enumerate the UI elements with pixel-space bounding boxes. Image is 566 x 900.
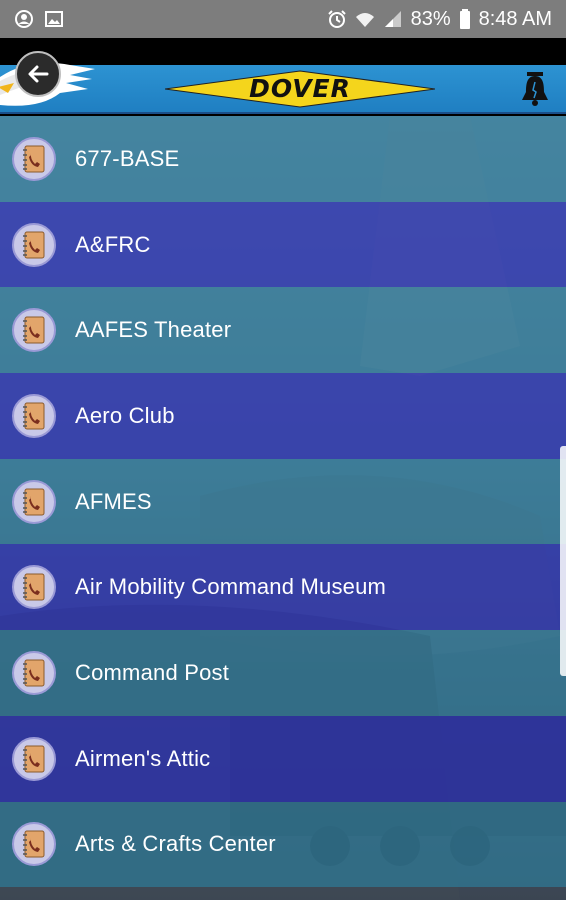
list-item[interactable]: AFMES — [0, 458, 566, 545]
wifi-icon — [355, 9, 375, 29]
status-right: 83% 8:48 AM — [327, 8, 552, 31]
phone-book-icon — [12, 650, 56, 695]
phone-book-icon — [12, 479, 56, 524]
battery-percentage: 83% — [410, 7, 451, 30]
list-item-label: Airmen's Attic — [75, 745, 211, 771]
phone-book-icon — [12, 822, 56, 867]
contact-list-panel: 677-BASE A&FRC AAFES Theater Aero Club A… — [0, 116, 566, 900]
list-item[interactable]: 677-BASE — [0, 116, 566, 202]
signal-icon — [383, 9, 403, 29]
list-item[interactable]: Aero Club — [0, 373, 566, 459]
contact-list: 677-BASE A&FRC AAFES Theater Aero Club A… — [0, 116, 566, 888]
list-item-label: A&FRC — [75, 231, 151, 257]
phone-book-icon — [12, 136, 56, 181]
scrollbar[interactable] — [560, 446, 566, 676]
alarm-icon — [327, 9, 347, 29]
liberty-bell-icon[interactable] — [518, 70, 552, 108]
list-item-label: Air Mobility Command Museum — [75, 574, 387, 600]
app-header: DOVER — [0, 51, 566, 114]
brand-title: DOVER — [249, 74, 351, 103]
phone-book-icon — [12, 308, 56, 353]
list-item[interactable]: Command Post — [0, 630, 566, 716]
phone-book-icon — [12, 565, 56, 610]
list-item-label: Command Post — [75, 659, 230, 685]
back-button[interactable] — [15, 51, 61, 97]
list-item-label: 677-BASE — [75, 145, 180, 171]
clock: 8:48 AM — [478, 7, 552, 30]
status-bar: 83% 8:48 AM — [0, 0, 566, 38]
list-item[interactable]: Arts & Crafts Center — [0, 801, 566, 888]
phone-book-icon — [12, 736, 56, 781]
account-circle-icon — [14, 9, 34, 29]
list-item-label: AFMES — [75, 488, 152, 514]
arrow-left-icon — [28, 65, 49, 83]
battery-icon — [459, 9, 471, 29]
list-item-label: AAFES Theater — [75, 317, 232, 343]
list-item[interactable]: AAFES Theater — [0, 287, 566, 374]
list-item[interactable]: Air Mobility Command Museum — [0, 544, 566, 631]
list-item[interactable]: Airmen's Attic — [0, 715, 566, 802]
list-item-label: Arts & Crafts Center — [75, 831, 276, 857]
list-item[interactable]: A&FRC — [0, 201, 566, 288]
list-item-label: Aero Club — [75, 402, 175, 428]
status-left — [14, 9, 64, 29]
image-icon — [44, 9, 64, 29]
phone-book-icon — [12, 222, 56, 267]
phone-book-icon — [12, 393, 56, 438]
